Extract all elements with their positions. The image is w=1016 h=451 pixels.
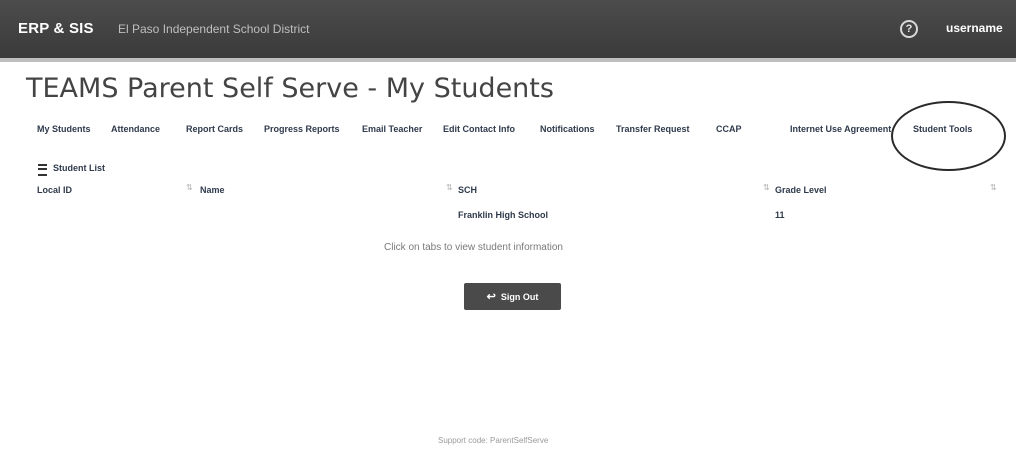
- sign-out-label: Sign Out: [500, 291, 539, 302]
- page-title: TEAMS Parent Self Serve - My Students: [26, 73, 554, 104]
- tab-notifications[interactable]: Notifications: [540, 124, 595, 134]
- tab-email-teacher[interactable]: Email Teacher: [362, 124, 422, 134]
- highlight-circle: [891, 101, 1006, 171]
- column-header-grade-level[interactable]: Grade Level: [775, 185, 827, 195]
- district-name: El Paso Independent School District: [118, 22, 310, 36]
- cell-grade: 11: [775, 210, 785, 220]
- tab-edit-contact-info[interactable]: Edit Contact Info: [443, 124, 515, 134]
- help-icon[interactable]: ?: [900, 20, 918, 38]
- tab-bar: My Students Attendance Report Cards Prog…: [0, 124, 1016, 144]
- sort-icon[interactable]: ⇅: [186, 183, 193, 192]
- sign-out-icon: ↩: [486, 291, 496, 303]
- sort-icon[interactable]: ⇅: [446, 183, 453, 192]
- sort-icon[interactable]: ⇅: [990, 183, 997, 192]
- tabs-hint-text: Click on tabs to view student informatio…: [384, 242, 563, 253]
- sort-icon[interactable]: ⇅: [763, 183, 770, 192]
- tab-my-students[interactable]: My Students: [37, 124, 91, 134]
- tab-progress-reports[interactable]: Progress Reports: [264, 124, 340, 134]
- tab-report-cards[interactable]: Report Cards: [186, 124, 243, 134]
- column-header-local-id[interactable]: Local ID: [37, 185, 72, 195]
- tab-internet-use-agreement[interactable]: Internet Use Agreement: [790, 124, 891, 134]
- user-menu[interactable]: username: [946, 21, 1003, 35]
- tab-ccap[interactable]: CCAP: [716, 124, 742, 134]
- student-list-title: Student List: [53, 163, 105, 173]
- tab-attendance[interactable]: Attendance: [111, 124, 160, 134]
- column-header-school[interactable]: SCH: [458, 185, 477, 195]
- cell-school: Franklin High School: [458, 210, 549, 220]
- brand-logo-text[interactable]: ERP & SIS: [18, 20, 94, 37]
- column-header-name[interactable]: Name: [200, 185, 225, 195]
- list-icon: [38, 164, 47, 176]
- footer-support-code: Support code: ParentSelfServe: [438, 436, 549, 445]
- top-navbar: ERP & SIS El Paso Independent School Dis…: [0, 0, 1016, 62]
- sign-out-button[interactable]: ↩ Sign Out: [464, 283, 561, 310]
- tab-transfer-request[interactable]: Transfer Request: [616, 124, 690, 134]
